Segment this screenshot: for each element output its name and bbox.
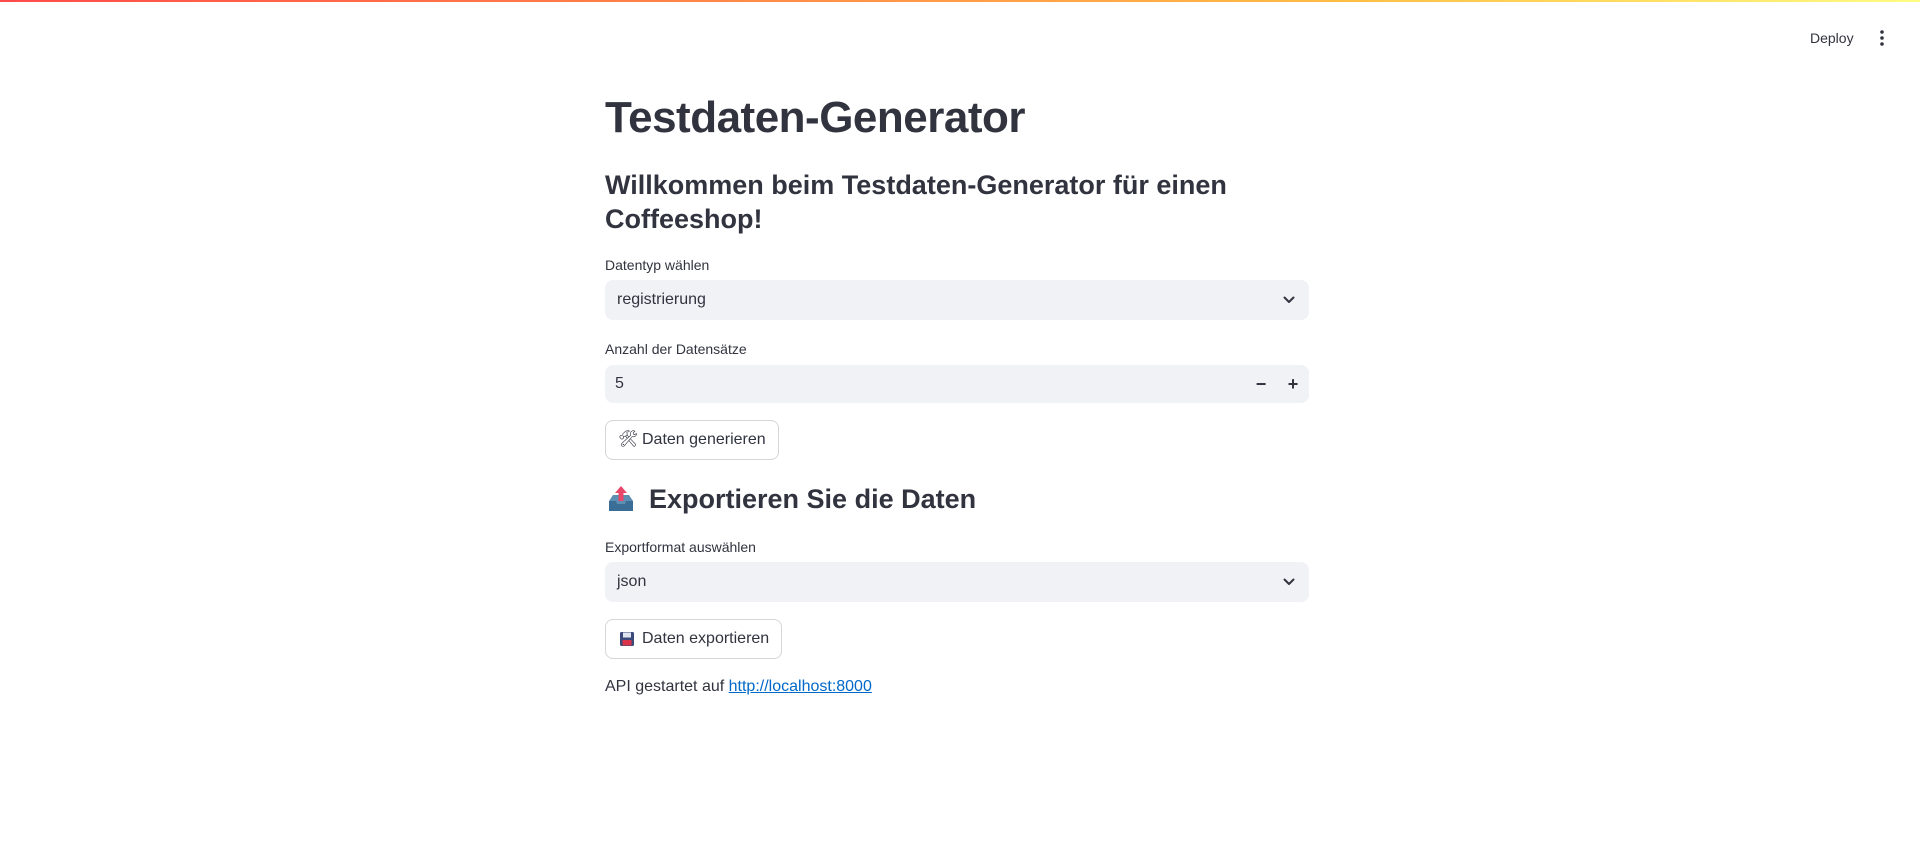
export-format-select[interactable]: json	[605, 562, 1309, 602]
datatype-label: Datentyp wählen	[605, 257, 710, 273]
outbox-tray-icon	[609, 486, 633, 511]
more-vertical-icon	[1880, 30, 1884, 46]
welcome-heading: Willkommen beim Testdaten-Generator für …	[605, 170, 1227, 234]
export-format-label: Exportformat auswählen	[605, 539, 756, 555]
count-label: Anzahl der Datensätze	[605, 341, 747, 357]
floppy-disk-icon	[620, 632, 634, 646]
hammer-wrench-icon: 🛠	[618, 431, 639, 448]
export-data-button[interactable]: Daten exportieren	[605, 619, 783, 659]
increment-button[interactable]: +	[1277, 365, 1309, 403]
deploy-button[interactable]: Deploy	[1802, 24, 1862, 52]
generate-data-button[interactable]: 🛠 Daten generieren	[605, 420, 779, 460]
api-status-label: API gestartet auf	[605, 678, 725, 695]
datatype-selected-value: registrierung	[617, 291, 706, 308]
count-number-input: 5 − +	[605, 365, 1309, 403]
decrement-button[interactable]: −	[1245, 365, 1277, 403]
export-format-selected-value: json	[617, 573, 647, 590]
app-header: Deploy	[0, 2, 1920, 68]
main-menu-button[interactable]	[1870, 24, 1894, 52]
page-title: Testdaten-Generator	[605, 93, 1026, 142]
export-heading-text: Exportieren Sie die Daten	[649, 483, 977, 514]
api-link[interactable]: http://localhost:8000	[729, 678, 872, 695]
generate-data-label: Daten generieren	[642, 431, 766, 448]
export-data-label: Daten exportieren	[642, 630, 770, 647]
api-status-text: API gestartet auf http://localhost:8000	[605, 677, 872, 697]
datatype-select[interactable]: registrierung	[605, 280, 1309, 320]
chevron-down-icon	[1283, 578, 1295, 585]
count-input-value[interactable]: 5	[605, 375, 1245, 393]
export-section-heading: Exportieren Sie die Daten	[605, 483, 976, 515]
chevron-down-icon	[1283, 296, 1295, 303]
